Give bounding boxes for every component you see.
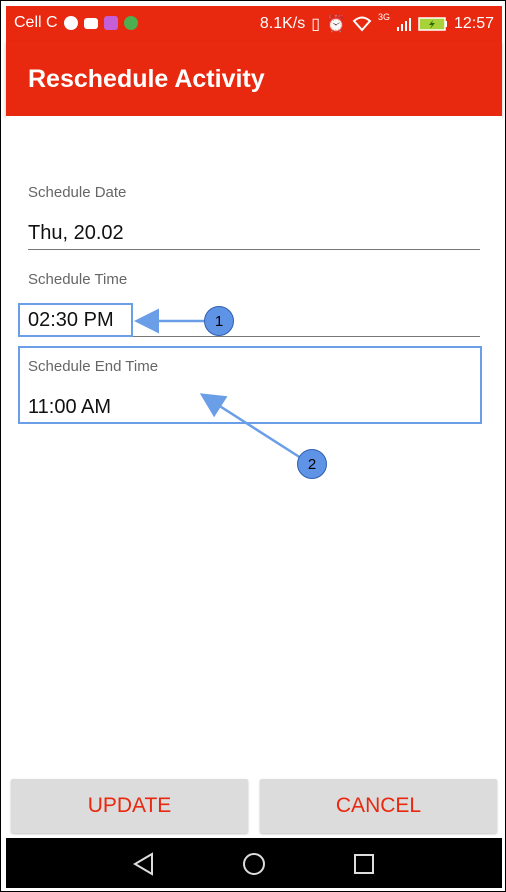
navigation-bar (6, 838, 502, 888)
home-icon[interactable] (242, 852, 266, 876)
update-button[interactable]: UPDATE (11, 779, 248, 833)
annotation-badge-1: 1 (204, 306, 234, 336)
cancel-button[interactable]: CANCEL (260, 779, 497, 833)
phone-screen: Cell C 8.1K/s ▯ ⏰ 3G 12:57 Reschedule Ac… (0, 0, 506, 892)
annotation-badge-2: 2 (297, 449, 327, 479)
annotation-arrow-2 (199, 393, 302, 460)
back-icon[interactable] (132, 852, 156, 876)
recents-icon[interactable] (352, 852, 376, 876)
annotation-arrows (134, 308, 302, 460)
